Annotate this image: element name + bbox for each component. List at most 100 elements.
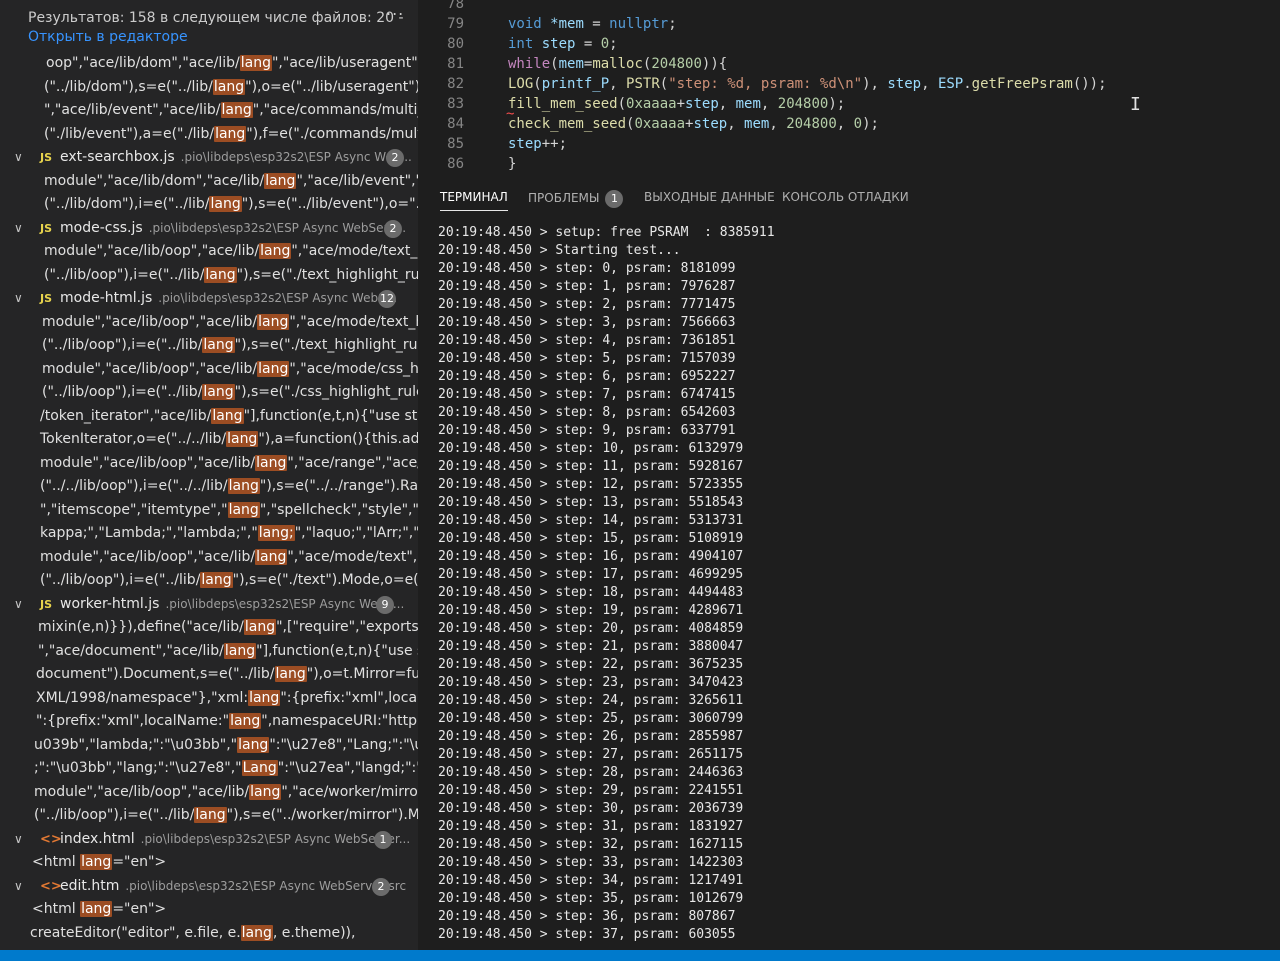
tab-debug-console[interactable]: КОНСОЛЬ ОТЛАДКИ [782, 190, 909, 204]
search-match-line[interactable]: ("../lib/oop"),i=e("../lib/lang"),s=e(".… [0, 264, 418, 287]
search-match-line[interactable]: <html lang="en"> [0, 898, 418, 921]
terminal-line: 20:19:48.450 > step: 23, psram: 3470423 [438, 675, 744, 690]
search-match-line[interactable]: module","ace/lib/oop","ace/lib/lang","ac… [0, 240, 418, 263]
search-match-line[interactable]: ("../lib/oop"),i=e("../lib/lang"),s=e(".… [0, 381, 418, 404]
search-file-row[interactable]: ∨ <> index.html .pio\libdeps\esp32s2\ESP As… [0, 828, 418, 851]
match-text: createEditor("editor", e.file, e.lang, e… [30, 924, 356, 941]
search-match-line[interactable]: <html lang="en"> [0, 851, 418, 874]
search-result-summary: Результатов: 158 в следующем числе файло… [28, 10, 404, 26]
terminal-line: 20:19:48.450 > step: 30, psram: 2036739 [438, 801, 744, 816]
terminal-line: 20:19:48.450 > step: 17, psram: 4699295 [438, 567, 744, 582]
code-line[interactable]: 83 fill_mem_seed(0xaaaa+step, mem, 20480… [418, 96, 1280, 116]
file-name: ext-searchbox.js .pio\libdeps\esp32s2\ESP… [60, 146, 412, 169]
search-file-row[interactable]: ∨ JS worker-html.js .pio\libdeps\esp32s2\ES… [0, 593, 418, 616]
terminal-line: 20:19:48.450 > step: 24, psram: 3265611 [438, 693, 744, 708]
chevron-down-icon[interactable]: ∨ [14, 146, 23, 169]
code-editor[interactable]: 78 79 void *mem = nullptr; 80 int step = 0; 8… [418, 0, 1280, 182]
js-file-icon: JS [40, 292, 53, 305]
js-file-icon: JS [40, 151, 53, 164]
search-match-line[interactable]: document").Document,s=e("../lib/lang"),o… [0, 663, 418, 686]
match-text: module","ace/lib/oop","ace/lib/lang","ac… [42, 360, 418, 377]
code-line[interactable]: 84 check_mem_seed(0xaaaa+step, mem, 2048… [418, 116, 1280, 136]
search-match-line[interactable]: ","itemscope","itemtype","lang","spellch… [0, 499, 418, 522]
search-match-line[interactable]: ;":"\u03bb","lang;":"\u27e8","Lang":"\u2… [0, 757, 418, 780]
terminal-line: 20:19:48.450 > step: 29, psram: 2241551 [438, 783, 744, 798]
search-match-line[interactable]: ","ace/document","ace/lib/lang"],functio… [0, 640, 418, 663]
file-name: mode-html.js .pio\libdeps\esp32s2\ESP Asy… [60, 287, 397, 310]
search-match-line[interactable]: ("../../lib/oop"),i=e("../../lib/lang"),… [0, 475, 418, 498]
search-match-line[interactable]: module","ace/lib/oop","ace/lib/lang","ac… [0, 358, 418, 381]
search-file-row[interactable]: ∨ JS ext-searchbox.js .pio\libdeps\esp32s2\… [0, 146, 418, 169]
code-line[interactable]: 79 void *mem = nullptr; [418, 16, 1280, 36]
chevron-down-icon[interactable]: ∨ [14, 287, 23, 310]
code-text: LOG(printf_P, PSTR("step: %d, psram: %d\… [508, 76, 1107, 92]
search-match-line[interactable]: TokenIterator,o=e("../../lib/lang"),a=fu… [0, 428, 418, 451]
search-file-row[interactable]: ∨ JS mode-css.js .pio\libdeps\esp32s2\ESP A… [0, 217, 418, 240]
search-match-line[interactable]: createEditor("editor", e.file, e.lang, e… [0, 922, 418, 945]
chevron-down-icon[interactable]: ∨ [14, 875, 23, 898]
code-line[interactable]: 82 LOG(printf_P, PSTR("step: %d, psram: … [418, 76, 1280, 96]
match-highlight: Lang [241, 760, 278, 776]
match-highlight: lang [220, 102, 253, 118]
search-match-line[interactable]: module","ace/lib/oop","ace/lib/lang","ac… [0, 546, 418, 569]
chevron-down-icon[interactable]: ∨ [14, 217, 23, 240]
search-match-line[interactable]: module","ace/lib/oop","ace/lib/lang","ac… [0, 452, 418, 475]
search-match-line[interactable]: ("./lib/event"),a=e("./lib/lang"),f=e(".… [0, 123, 418, 146]
code-line[interactable]: 85 step++; [418, 136, 1280, 156]
search-match-line[interactable]: mixin(e,n)}}),define("ace/lib/lang",["re… [0, 616, 418, 639]
match-highlight: lang [204, 266, 237, 283]
search-match-line[interactable]: ","ace/lib/event","ace/lib/lang","ace/co… [0, 99, 418, 122]
match-highlight: lang [255, 454, 288, 471]
code-line[interactable]: 86} [418, 156, 1280, 176]
file-name-text: ext-searchbox.js [60, 149, 175, 165]
match-highlight: lang [239, 55, 272, 71]
search-match-line[interactable]: ":{prefix:"xml",localName:"lang",namespa… [0, 710, 418, 733]
search-match-line[interactable]: ("../lib/oop"),i=e("../lib/lang"),s=e(".… [0, 804, 418, 827]
terminal-line: 20:19:48.450 > step: 15, psram: 5108919 [438, 531, 744, 546]
search-match-line[interactable]: ("../lib/oop"),i=e("../lib/lang"),s=e(".… [0, 334, 418, 357]
code-line[interactable]: 78 [418, 0, 1280, 16]
open-in-editor-link[interactable]: Открыть в редакторе [28, 29, 188, 45]
match-highlight: lang [211, 407, 244, 424]
tab-problems[interactable]: ПРОБЛЕМЫ 1 [528, 190, 624, 208]
match-text: ("../lib/oop"),i=e("../lib/lang"),s=e(".… [34, 807, 418, 823]
search-match-line[interactable]: oop","ace/lib/dom","ace/lib/lang","ace/l… [0, 52, 418, 75]
terminal-line: 20:19:48.450 > step: 12, psram: 5723355 [438, 477, 744, 492]
code-text: int step = 0; [508, 36, 618, 52]
search-match-line[interactable]: module","ace/lib/dom","ace/lib/lang","ac… [0, 170, 418, 193]
file-name: worker-html.js .pio\libdeps\esp32s2\ESP A… [60, 593, 404, 616]
panel-tab-bar: ТЕРМИНАЛ ПРОБЛЕМЫ 1 ВЫХОДНЫЕ ДАННЫЕ КОНСО… [418, 182, 1280, 218]
search-match-line[interactable]: u039b","lambda;":"\u03bb","lang":"\u27e8… [0, 734, 418, 757]
match-highlight: lang [274, 666, 307, 682]
chevron-down-icon[interactable]: ∨ [14, 593, 23, 616]
search-match-line[interactable]: ("../lib/dom"),s=e("../lib/lang"),o=e(".… [0, 76, 418, 99]
chevron-down-icon[interactable]: ∨ [14, 828, 23, 851]
terminal-line: 20:19:48.450 > step: 20, psram: 4084859 [438, 621, 744, 636]
match-highlight: lang [257, 360, 290, 377]
match-text: ","ace/lib/event","ace/lib/lang","ace/co… [44, 102, 418, 118]
search-match-line[interactable]: XML/1998/namespace"},"xml:lang":{prefix:… [0, 687, 418, 710]
search-match-line[interactable]: ("../lib/dom"),i=e("../lib/lang"),s=e(".… [0, 193, 418, 216]
match-highlight: lang [202, 384, 235, 400]
tab-output[interactable]: ВЫХОДНЫЕ ДАННЫЕ [644, 190, 775, 204]
tab-terminal[interactable]: ТЕРМИНАЛ [440, 190, 508, 211]
code-line[interactable]: 81 while(mem=malloc(204800)){ [418, 56, 1280, 76]
html-file-icon: <> [40, 831, 62, 847]
match-highlight: lang [200, 572, 233, 588]
search-file-row[interactable]: ∨ JS mode-html.js .pio\libdeps\esp32s2\ESP … [0, 287, 418, 310]
terminal-line: 20:19:48.450 > step: 25, psram: 3060799 [438, 711, 744, 726]
terminal-line: 20:19:48.450 > step: 13, psram: 5518543 [438, 495, 744, 510]
search-match-line[interactable]: module","ace/lib/oop","ace/lib/lang","ac… [0, 781, 418, 804]
search-match-line[interactable]: kappa;","Lambda;","lambda;","lang;","laq… [0, 522, 418, 545]
terminal-output[interactable]: 20:19:48.450 > setup: free PSRAM : 83859… [438, 224, 1268, 948]
match-highlight: lang [226, 431, 259, 447]
code-line[interactable]: 80 int step = 0; [418, 36, 1280, 56]
search-match-line[interactable]: module","ace/lib/oop","ace/lib/lang","ac… [0, 311, 418, 334]
code-text: check_mem_seed(0xaaaa+step, mem, 204800,… [508, 116, 879, 132]
search-match-line[interactable]: ("../lib/oop"),i=e("../lib/lang"),s=e(".… [0, 569, 418, 592]
terminal-line: 20:19:48.450 > step: 21, psram: 3880047 [438, 639, 744, 654]
search-match-line[interactable]: /token_iterator","ace/lib/lang"],functio… [0, 405, 418, 428]
file-name: edit.htm .pio\libdeps\esp32s2\ESP Async W… [60, 875, 406, 898]
file-name-text: worker-html.js [60, 595, 160, 612]
search-file-row[interactable]: ∨ <> edit.htm .pio\libdeps\esp32s2\ESP Asyn… [0, 875, 418, 898]
